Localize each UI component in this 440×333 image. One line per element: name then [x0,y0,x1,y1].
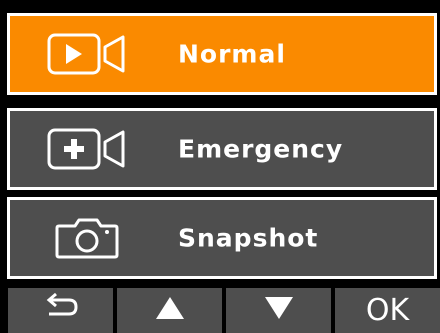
ok-button-label: OK [365,293,410,328]
up-button[interactable] [117,288,222,333]
triangle-up-icon [155,293,185,328]
menu-item-label: Normal [178,39,286,69]
down-button[interactable] [226,288,331,333]
video-camera-icon [47,32,127,76]
ok-button[interactable]: OK [335,288,440,333]
return-arrow-icon [41,292,81,330]
triangle-down-icon [264,293,294,328]
emergency-video-icon [47,127,127,171]
camera-icon [47,216,127,260]
button-bar: OK [0,288,440,333]
back-button[interactable] [8,288,113,333]
menu-item-label: Emergency [178,134,344,164]
menu-item-snapshot[interactable]: Snapshot [7,197,437,279]
menu-item-label: Snapshot [178,223,319,253]
menu-item-normal[interactable]: Normal [7,13,437,95]
menu-item-emergency[interactable]: Emergency [7,108,437,190]
